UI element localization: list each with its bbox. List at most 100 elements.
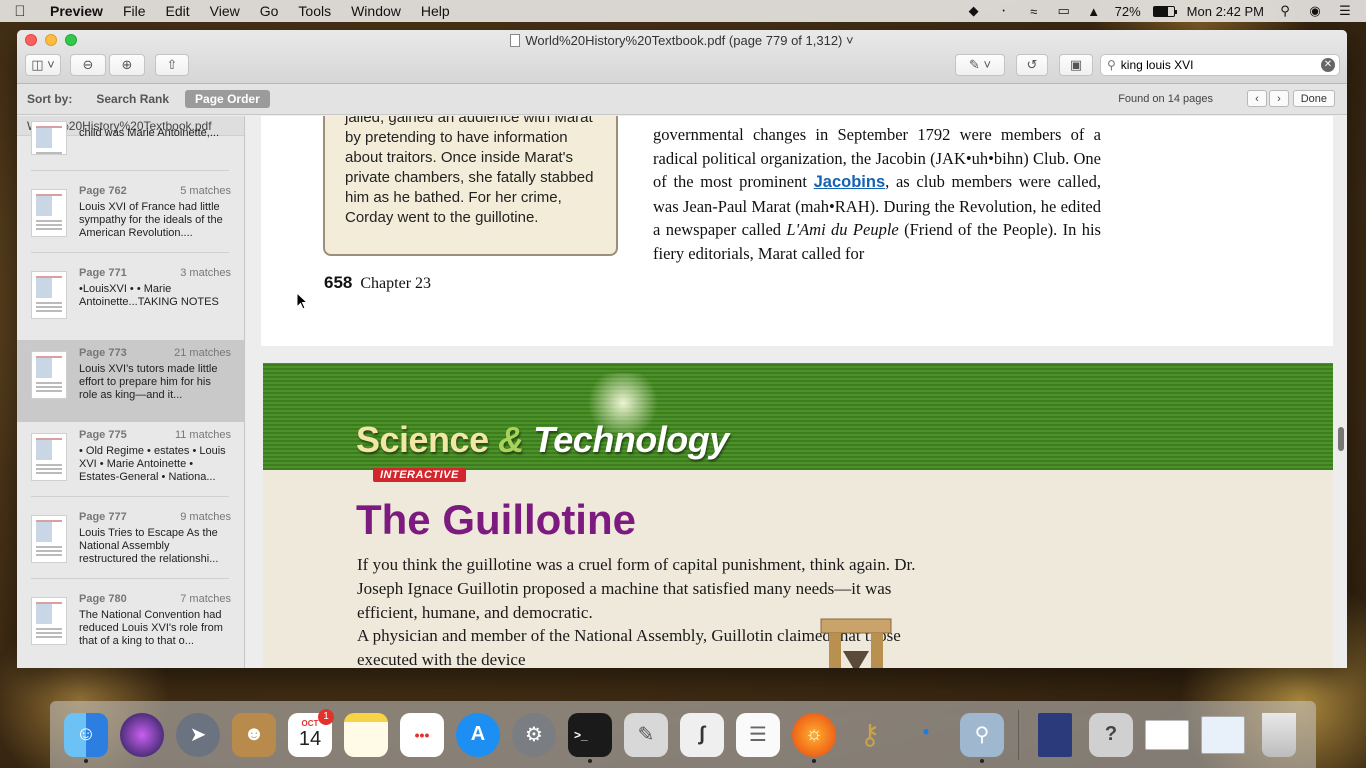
result-page: Page 773	[79, 347, 127, 359]
zoom-in-button[interactable]: ⊕	[109, 54, 145, 76]
spotlight-icon[interactable]: ⚲	[1276, 3, 1294, 18]
trash-icon	[1262, 712, 1296, 757]
dropbox-icon[interactable]: ◆	[965, 3, 983, 18]
sort-page-order-button[interactable]: Page Order	[185, 90, 270, 108]
terminal-icon: >_	[568, 712, 612, 757]
question-icon: ?	[1089, 712, 1133, 757]
markup-button[interactable]: ✎ ˅	[955, 54, 1005, 76]
app-menu[interactable]: Preview	[40, 0, 113, 22]
menu-view[interactable]: View	[200, 0, 250, 22]
notification-center-icon[interactable]: ☰	[1336, 3, 1354, 18]
grapher-icon: ∫	[680, 712, 724, 757]
dock-app-store[interactable]: A	[450, 707, 506, 763]
dock-document-2[interactable]	[1195, 707, 1251, 763]
science-technology-banner: Science & Technology	[263, 363, 1333, 470]
result-matches: 9 matches	[180, 511, 231, 523]
book-icon	[1038, 712, 1072, 757]
app-store-icon: A	[456, 712, 500, 757]
dock-preview[interactable]: ⚲	[954, 707, 1010, 763]
siri-icon[interactable]: ◉	[1306, 3, 1324, 18]
menu-bar:  Preview File Edit View Go Tools Window…	[0, 0, 1366, 22]
chevron-left-icon: ‹	[1255, 92, 1259, 105]
previous-result-button[interactable]: ‹	[1247, 90, 1267, 107]
dock-textedit[interactable]: ☰	[730, 707, 786, 763]
clear-search-icon[interactable]: ✕	[1321, 58, 1335, 72]
dock-script-editor[interactable]: ✎	[618, 707, 674, 763]
menu-go[interactable]: Go	[250, 0, 289, 22]
pdf-document-icon	[510, 34, 521, 47]
apple-menu-icon[interactable]: 	[0, 3, 40, 20]
search-result[interactable]: Page 775 11 matches • Old Regime • estate…	[17, 422, 244, 504]
clock[interactable]: Mon 2:42 PM	[1187, 4, 1264, 19]
page-thumbnail	[31, 271, 67, 319]
search-input[interactable]	[1120, 58, 1311, 72]
vertical-scrollbar[interactable]	[1338, 427, 1344, 451]
dock-calendar[interactable]: OCT 14 1	[282, 707, 338, 763]
dock-siri[interactable]	[114, 707, 170, 763]
menu-tools[interactable]: Tools	[288, 0, 341, 22]
bluetooth-icon[interactable]: ᛫	[995, 4, 1013, 19]
result-snippet: Louis XVI of France had little sympathy …	[79, 201, 223, 239]
airplay-icon[interactable]: ▭	[1055, 3, 1073, 18]
finder-icon: ☺	[64, 712, 108, 757]
wifi-icon[interactable]: ≈	[1025, 4, 1043, 19]
sidebar-toggle-button[interactable]: ◫ ˅	[25, 54, 61, 76]
result-snippet: • Old Regime • estates • Louis XVI • Mar…	[79, 445, 226, 483]
search-field[interactable]: ⚲ ✕	[1100, 54, 1340, 76]
result-page: Page 777	[79, 511, 127, 523]
next-result-button[interactable]: ›	[1269, 90, 1289, 107]
dock-unknown-item[interactable]: ?	[1083, 707, 1139, 763]
dock-terminal[interactable]: >_	[562, 707, 618, 763]
dock-system-preferences[interactable]: ⚙	[506, 707, 562, 763]
rotate-button[interactable]: ↺	[1016, 54, 1048, 76]
dock-world-history-book[interactable]	[1027, 707, 1083, 763]
dock-grapher[interactable]: ∫	[674, 707, 730, 763]
found-count: Found on 14 pages	[1118, 93, 1213, 105]
article-title: The Guillotine	[356, 496, 636, 543]
search-result[interactable]: Page 771 3 matches •LouisXVI • • Marie An…	[17, 260, 244, 342]
chapter-label: Chapter 23	[360, 275, 432, 292]
pdf-page-659: Science & Technology INTERACTIVE The Gui…	[263, 363, 1333, 668]
interactive-badge: INTERACTIVE	[373, 468, 466, 482]
dock-document-1[interactable]	[1139, 707, 1195, 763]
sort-search-rank-button[interactable]: Search Rank	[86, 90, 179, 108]
menu-help[interactable]: Help	[411, 0, 460, 22]
dock-bluetooth-file-exchange[interactable]: ᛫	[898, 707, 954, 763]
dock-contacts[interactable]: ☻	[226, 707, 282, 763]
banner-title: Science & Technology	[356, 419, 729, 460]
zoom-out-button[interactable]: ⊖	[70, 54, 106, 76]
volume-icon[interactable]: ▲	[1085, 4, 1103, 19]
script-editor-icon: ✎	[624, 712, 668, 757]
battery-icon[interactable]	[1152, 5, 1177, 17]
done-button[interactable]: Done	[1292, 90, 1335, 107]
search-result-selected[interactable]: Page 773 21 matches Louis XVI's tutors ma…	[17, 340, 244, 422]
dock-firefox[interactable]: ☼	[786, 707, 842, 763]
jacobins-link[interactable]: Jacobins	[814, 173, 886, 191]
document-view[interactable]: jailed, gained an audience with Marat by…	[246, 116, 1347, 668]
dock-launchpad[interactable]: ➤	[170, 707, 226, 763]
result-matches: 7 matches	[180, 593, 231, 605]
dock-trash[interactable]	[1251, 707, 1307, 763]
markup-toolbar-button[interactable]: ▣	[1059, 54, 1093, 76]
document-title[interactable]: World%20History%20Textbook.pdf (page 779…	[17, 33, 1347, 48]
dock-finder[interactable]: ☺	[58, 707, 114, 763]
search-result[interactable]: Page 780 7 matches The National Conventio…	[17, 586, 244, 668]
search-result[interactable]: Page 777 9 matches Louis Tries to Escape …	[17, 504, 244, 586]
menu-window[interactable]: Window	[341, 0, 411, 22]
share-button[interactable]: ⇧	[155, 54, 189, 76]
page-thumbnail	[31, 597, 67, 645]
search-result-partial[interactable]: child was Marie Antoinette,...	[17, 116, 244, 155]
menu-edit[interactable]: Edit	[156, 0, 200, 22]
search-result[interactable]: Page 762 5 matches Louis XVI of France ha…	[17, 178, 244, 260]
bluetooth-icon: ᛫	[917, 717, 935, 751]
result-snippet: The National Convention had reduced Loui…	[79, 609, 223, 647]
dock-reminders[interactable]: •••	[394, 707, 450, 763]
guillotine-illustration	[820, 618, 892, 668]
page-thumbnail	[31, 515, 67, 563]
document-icon	[1201, 715, 1245, 754]
page-thumbnail	[31, 351, 67, 399]
dock-keychain-access[interactable]: ⚷	[842, 707, 898, 763]
page-thumbnail	[31, 121, 67, 155]
menu-file[interactable]: File	[113, 0, 156, 22]
dock-notes[interactable]	[338, 707, 394, 763]
